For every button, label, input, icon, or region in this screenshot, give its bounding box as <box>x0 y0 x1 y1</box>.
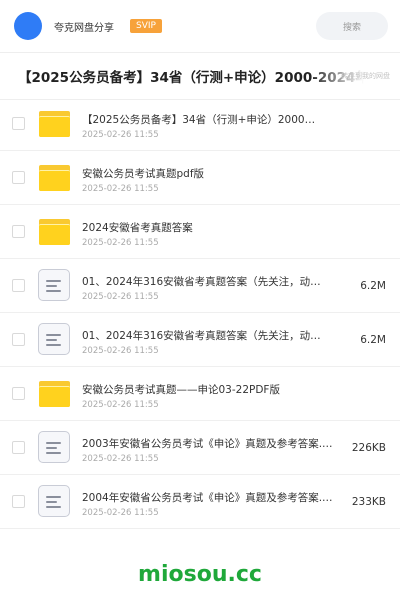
file-name: 2004年安徽省公务员考试《申论》真题及参考答案.… <box>82 492 333 504</box>
file-row[interactable]: 2004年安徽省公务员考试《申论》真题及参考答案.… 2025-02-26 11… <box>0 475 400 529</box>
file-name: 安徽公务员考试真题——申论03-22PDF版 <box>82 384 280 396</box>
file-checkbox[interactable] <box>12 225 25 238</box>
file-row[interactable]: 【2025公务员备考】34省（行测+申论）2000… 2025-02-26 11… <box>0 97 400 151</box>
file-row[interactable]: 01、2024年316安徽省考真题答案（先关注，动… 2025-02-26 11… <box>0 313 400 367</box>
file-checkbox[interactable] <box>12 279 25 292</box>
file-checkbox[interactable] <box>12 441 25 454</box>
share-hint[interactable]: 转存到我的网盘 <box>341 71 390 81</box>
file-date: 2025-02-26 11:55 <box>82 508 159 518</box>
brand-name: 夸克网盘分享 <box>54 22 114 34</box>
file-date: 2025-02-26 11:55 <box>82 184 159 194</box>
file-date: 2025-02-26 11:55 <box>82 346 159 356</box>
file-size: 6.2M <box>360 334 386 346</box>
svip-badge: SVIP <box>130 19 162 33</box>
file-name: 2024安徽省考真题答案 <box>82 222 193 234</box>
avatar[interactable] <box>14 12 42 40</box>
document-icon <box>38 269 70 301</box>
folder-icon <box>38 107 70 139</box>
file-name: 01、2024年316安徽省考真题答案（先关注，动… <box>82 276 321 288</box>
watermark: miosou.cc <box>138 562 262 587</box>
folder-icon <box>38 377 70 409</box>
file-size: 6.2M <box>360 280 386 292</box>
file-row[interactable]: 01、2024年316安徽省考真题答案（先关注，动… 2025-02-26 11… <box>0 259 400 313</box>
folder-icon <box>38 215 70 247</box>
file-size: 226KB <box>351 442 386 454</box>
search-button[interactable]: 搜索 <box>316 12 388 40</box>
file-row[interactable]: 安徽公务员考试真题——申论03-22PDF版 2025-02-26 11:55 <box>0 367 400 421</box>
document-icon <box>38 485 70 517</box>
share-title-bar: 【2025公务员备考】34省（行测+申论）2000-2024年… 转存到我的网盘 <box>0 53 400 99</box>
file-date: 2025-02-26 11:55 <box>82 292 159 302</box>
file-row[interactable]: 2003年安徽省公务员考试《申论》真题及参考答案.… 2025-02-26 11… <box>0 421 400 475</box>
file-list: 【2025公务员备考】34省（行测+申论）2000… 2025-02-26 11… <box>0 97 400 529</box>
file-date: 2025-02-26 11:55 <box>82 130 159 140</box>
document-icon <box>38 431 70 463</box>
document-icon <box>38 323 70 355</box>
file-row[interactable]: 安徽公务员考试真题pdf版 2025-02-26 11:55 <box>0 151 400 205</box>
file-date: 2025-02-26 11:55 <box>82 238 159 248</box>
file-name: 【2025公务员备考】34省（行测+申论）2000… <box>82 114 316 126</box>
app-header: 夸克网盘分享 SVIP 搜索 <box>0 0 400 52</box>
file-name: 安徽公务员考试真题pdf版 <box>82 168 205 180</box>
file-date: 2025-02-26 11:55 <box>82 400 159 410</box>
search-label: 搜索 <box>342 22 361 33</box>
file-checkbox[interactable] <box>12 117 25 130</box>
file-name: 01、2024年316安徽省考真题答案（先关注，动… <box>82 330 321 342</box>
share-hint-overlay: 转存到我的网盘 <box>310 53 400 99</box>
file-checkbox[interactable] <box>12 171 25 184</box>
file-row[interactable]: 2024安徽省考真题答案 2025-02-26 11:55 <box>0 205 400 259</box>
file-checkbox[interactable] <box>12 333 25 346</box>
file-date: 2025-02-26 11:55 <box>82 454 159 464</box>
file-name: 2003年安徽省公务员考试《申论》真题及参考答案.… <box>82 438 333 450</box>
file-checkbox[interactable] <box>12 387 25 400</box>
file-size: 233KB <box>351 496 386 508</box>
file-checkbox[interactable] <box>12 495 25 508</box>
folder-icon <box>38 161 70 193</box>
